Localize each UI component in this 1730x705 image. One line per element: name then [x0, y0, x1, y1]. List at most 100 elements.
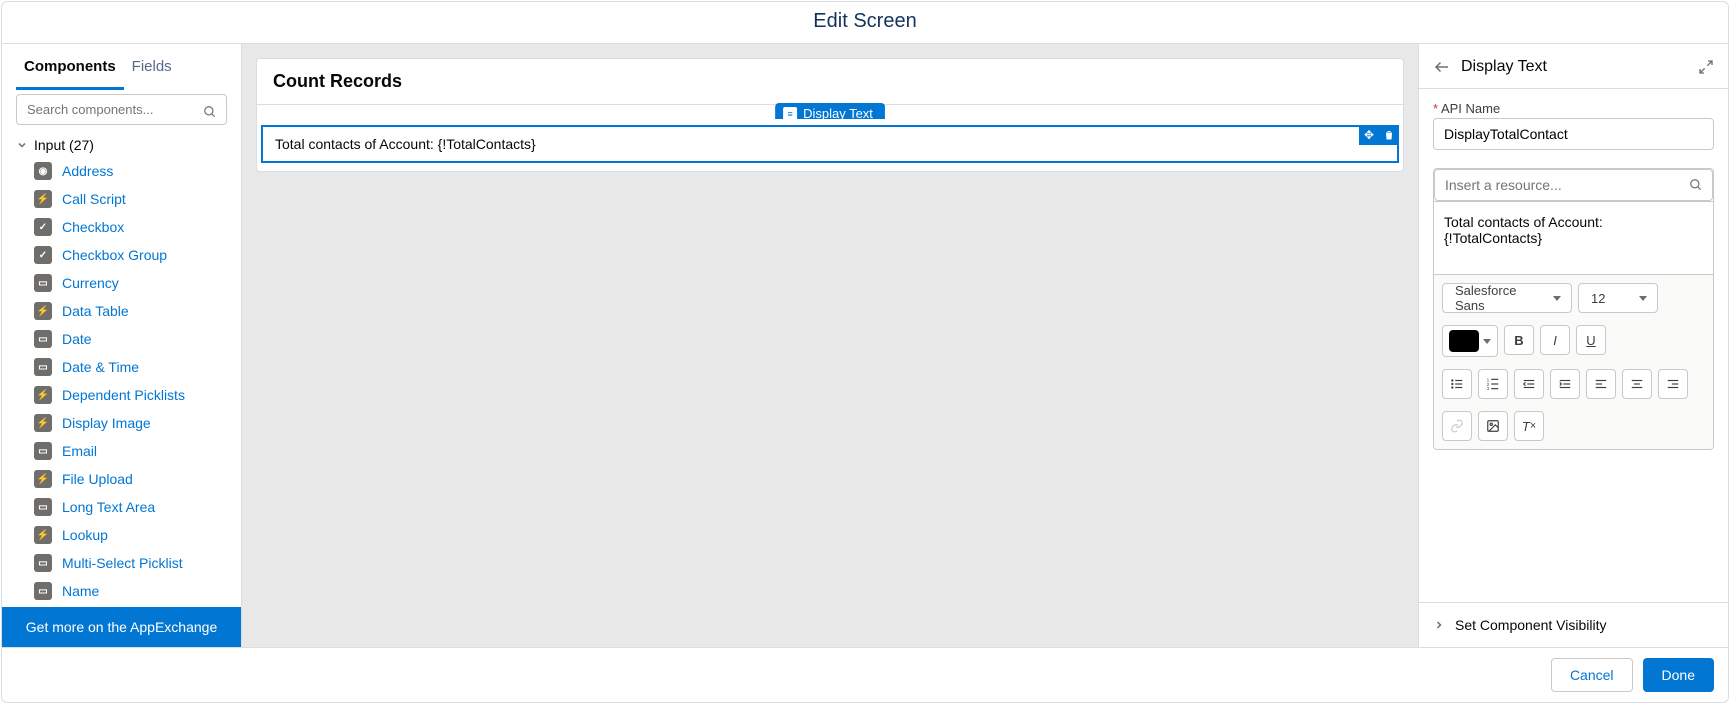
component-icon: ⚡: [34, 526, 52, 544]
color-picker[interactable]: [1442, 325, 1498, 357]
api-name-input[interactable]: [1433, 118, 1714, 150]
move-icon[interactable]: ✥: [1361, 127, 1377, 143]
section-input[interactable]: Input (27): [2, 133, 239, 157]
chevron-down-icon: [1553, 296, 1561, 301]
tab-components[interactable]: Components: [16, 44, 124, 90]
component-icon: ▭: [34, 274, 52, 292]
component-icon: ▭: [34, 330, 52, 348]
component-label: Display Image: [62, 415, 151, 431]
component-icon: ⚡: [34, 190, 52, 208]
font-select[interactable]: Salesforce Sans: [1442, 283, 1572, 313]
section-label: Input (27): [34, 137, 94, 153]
appexchange-button[interactable]: Get more on the AppExchange: [2, 607, 241, 647]
canvas-area: Count Records ≡ Display Text Total conta…: [242, 44, 1418, 647]
number-list-button[interactable]: 123: [1478, 369, 1508, 399]
chevron-down-icon: [16, 139, 28, 151]
component-icon: ⚡: [34, 414, 52, 432]
sidebar-item-data-table[interactable]: ⚡ Data Table: [2, 297, 239, 325]
component-icon: ▭: [34, 554, 52, 572]
delete-icon[interactable]: [1381, 127, 1397, 143]
fontsize-select[interactable]: 12: [1578, 283, 1658, 313]
component-label: Lookup: [62, 527, 108, 543]
sidebar-item-multi-select-picklist[interactable]: ▭ Multi-Select Picklist: [2, 549, 239, 577]
tab-fields[interactable]: Fields: [124, 44, 180, 90]
component-label: Checkbox Group: [62, 247, 167, 263]
svg-text:3: 3: [1487, 386, 1490, 391]
component-label: Date & Time: [62, 359, 139, 375]
right-panel: Display Text * API Name Total contacts o…: [1418, 44, 1728, 647]
bold-button[interactable]: B: [1504, 325, 1534, 355]
sidebar-item-name[interactable]: ▭ Name: [2, 577, 239, 605]
component-pill: ≡ Display Text: [775, 103, 885, 124]
search-icon: [1689, 178, 1703, 192]
align-center-button[interactable]: [1622, 369, 1652, 399]
sidebar-item-file-upload[interactable]: ⚡ File Upload: [2, 465, 239, 493]
display-text-icon: ≡: [783, 107, 797, 121]
component-icon: ⚡: [34, 386, 52, 404]
visibility-section[interactable]: Set Component Visibility: [1419, 602, 1728, 647]
api-name-label: * API Name: [1433, 101, 1714, 116]
component-icon: ⚡: [34, 302, 52, 320]
component-label: Long Text Area: [62, 499, 155, 515]
selected-component[interactable]: Total contacts of Account: {!TotalContac…: [261, 125, 1399, 163]
align-left-button[interactable]: [1586, 369, 1616, 399]
left-panel: Components Fields Input (27) ◉Address ⚡ Ca…: [2, 44, 242, 647]
component-icon: ✓: [34, 246, 52, 264]
sidebar-item-display-image[interactable]: ⚡ Display Image: [2, 409, 239, 437]
component-label: Multi-Select Picklist: [62, 555, 183, 571]
component-icon: ⚡: [34, 470, 52, 488]
sidebar-item-date-time[interactable]: ▭ Date & Time: [2, 353, 239, 381]
search-icon: [203, 105, 217, 119]
sidebar-item-lookup[interactable]: ⚡ Lookup: [2, 521, 239, 549]
cancel-button[interactable]: Cancel: [1551, 658, 1633, 692]
sidebar-item-long-text-area[interactable]: ▭ Long Text Area: [2, 493, 239, 521]
component-label: Currency: [62, 275, 119, 291]
component-label: Email: [62, 443, 97, 459]
done-button[interactable]: Done: [1643, 658, 1714, 692]
component-label: Call Script: [62, 191, 126, 207]
sidebar-item-dependent-picklists[interactable]: ⚡ Dependent Picklists: [2, 381, 239, 409]
page-title: Edit Screen: [2, 2, 1728, 43]
component-icon: ▭: [34, 582, 52, 600]
chevron-down-icon: [1483, 339, 1491, 344]
selected-component-text: Total contacts of Account: {!TotalContac…: [275, 136, 536, 152]
outdent-button[interactable]: [1514, 369, 1544, 399]
component-icon: ✓: [34, 218, 52, 236]
sidebar-item-email[interactable]: ▭ Email: [2, 437, 239, 465]
clear-format-button[interactable]: T×: [1514, 411, 1544, 441]
image-button[interactable]: [1478, 411, 1508, 441]
sidebar-item-checkbox[interactable]: ✓Checkbox: [2, 213, 239, 241]
sidebar-item-currency[interactable]: ▭ Currency: [2, 269, 239, 297]
rich-toolbar: Salesforce Sans 12 B I U 123: [1434, 274, 1713, 449]
rich-text-editor: Total contacts of Account: {!TotalContac…: [1433, 168, 1714, 450]
component-label: Name: [62, 583, 99, 599]
component-label: File Upload: [62, 471, 133, 487]
component-label: Data Table: [62, 303, 129, 319]
back-icon[interactable]: [1433, 58, 1451, 76]
sidebar-item-checkbox-group[interactable]: ✓ Checkbox Group: [2, 241, 239, 269]
component-label: Dependent Picklists: [62, 387, 185, 403]
canvas-heading: Count Records: [257, 59, 1403, 105]
component-icon: ▭: [34, 358, 52, 376]
component-label: Address: [62, 163, 113, 179]
color-swatch: [1449, 330, 1479, 352]
italic-button[interactable]: I: [1540, 325, 1570, 355]
rich-content[interactable]: Total contacts of Account: {!TotalContac…: [1434, 202, 1713, 274]
bullet-list-button[interactable]: [1442, 369, 1472, 399]
search-input[interactable]: [16, 94, 227, 125]
indent-button[interactable]: [1550, 369, 1580, 399]
align-right-button[interactable]: [1658, 369, 1688, 399]
expand-icon[interactable]: [1698, 59, 1714, 75]
underline-button[interactable]: U: [1576, 325, 1606, 355]
sidebar-item-date[interactable]: ▭ Date: [2, 325, 239, 353]
component-label: Date: [62, 331, 92, 347]
chevron-down-icon: [1639, 296, 1647, 301]
component-icon: ▭: [34, 498, 52, 516]
link-button[interactable]: [1442, 411, 1472, 441]
sidebar-item-address[interactable]: ◉Address: [2, 157, 239, 185]
component-icon: ▭: [34, 442, 52, 460]
right-panel-title: Display Text: [1461, 58, 1698, 76]
resource-input[interactable]: [1434, 169, 1713, 201]
sidebar-item-call-script[interactable]: ⚡ Call Script: [2, 185, 239, 213]
component-list: Input (27) ◉Address⚡Call Script✓Checkbox…: [2, 133, 241, 607]
